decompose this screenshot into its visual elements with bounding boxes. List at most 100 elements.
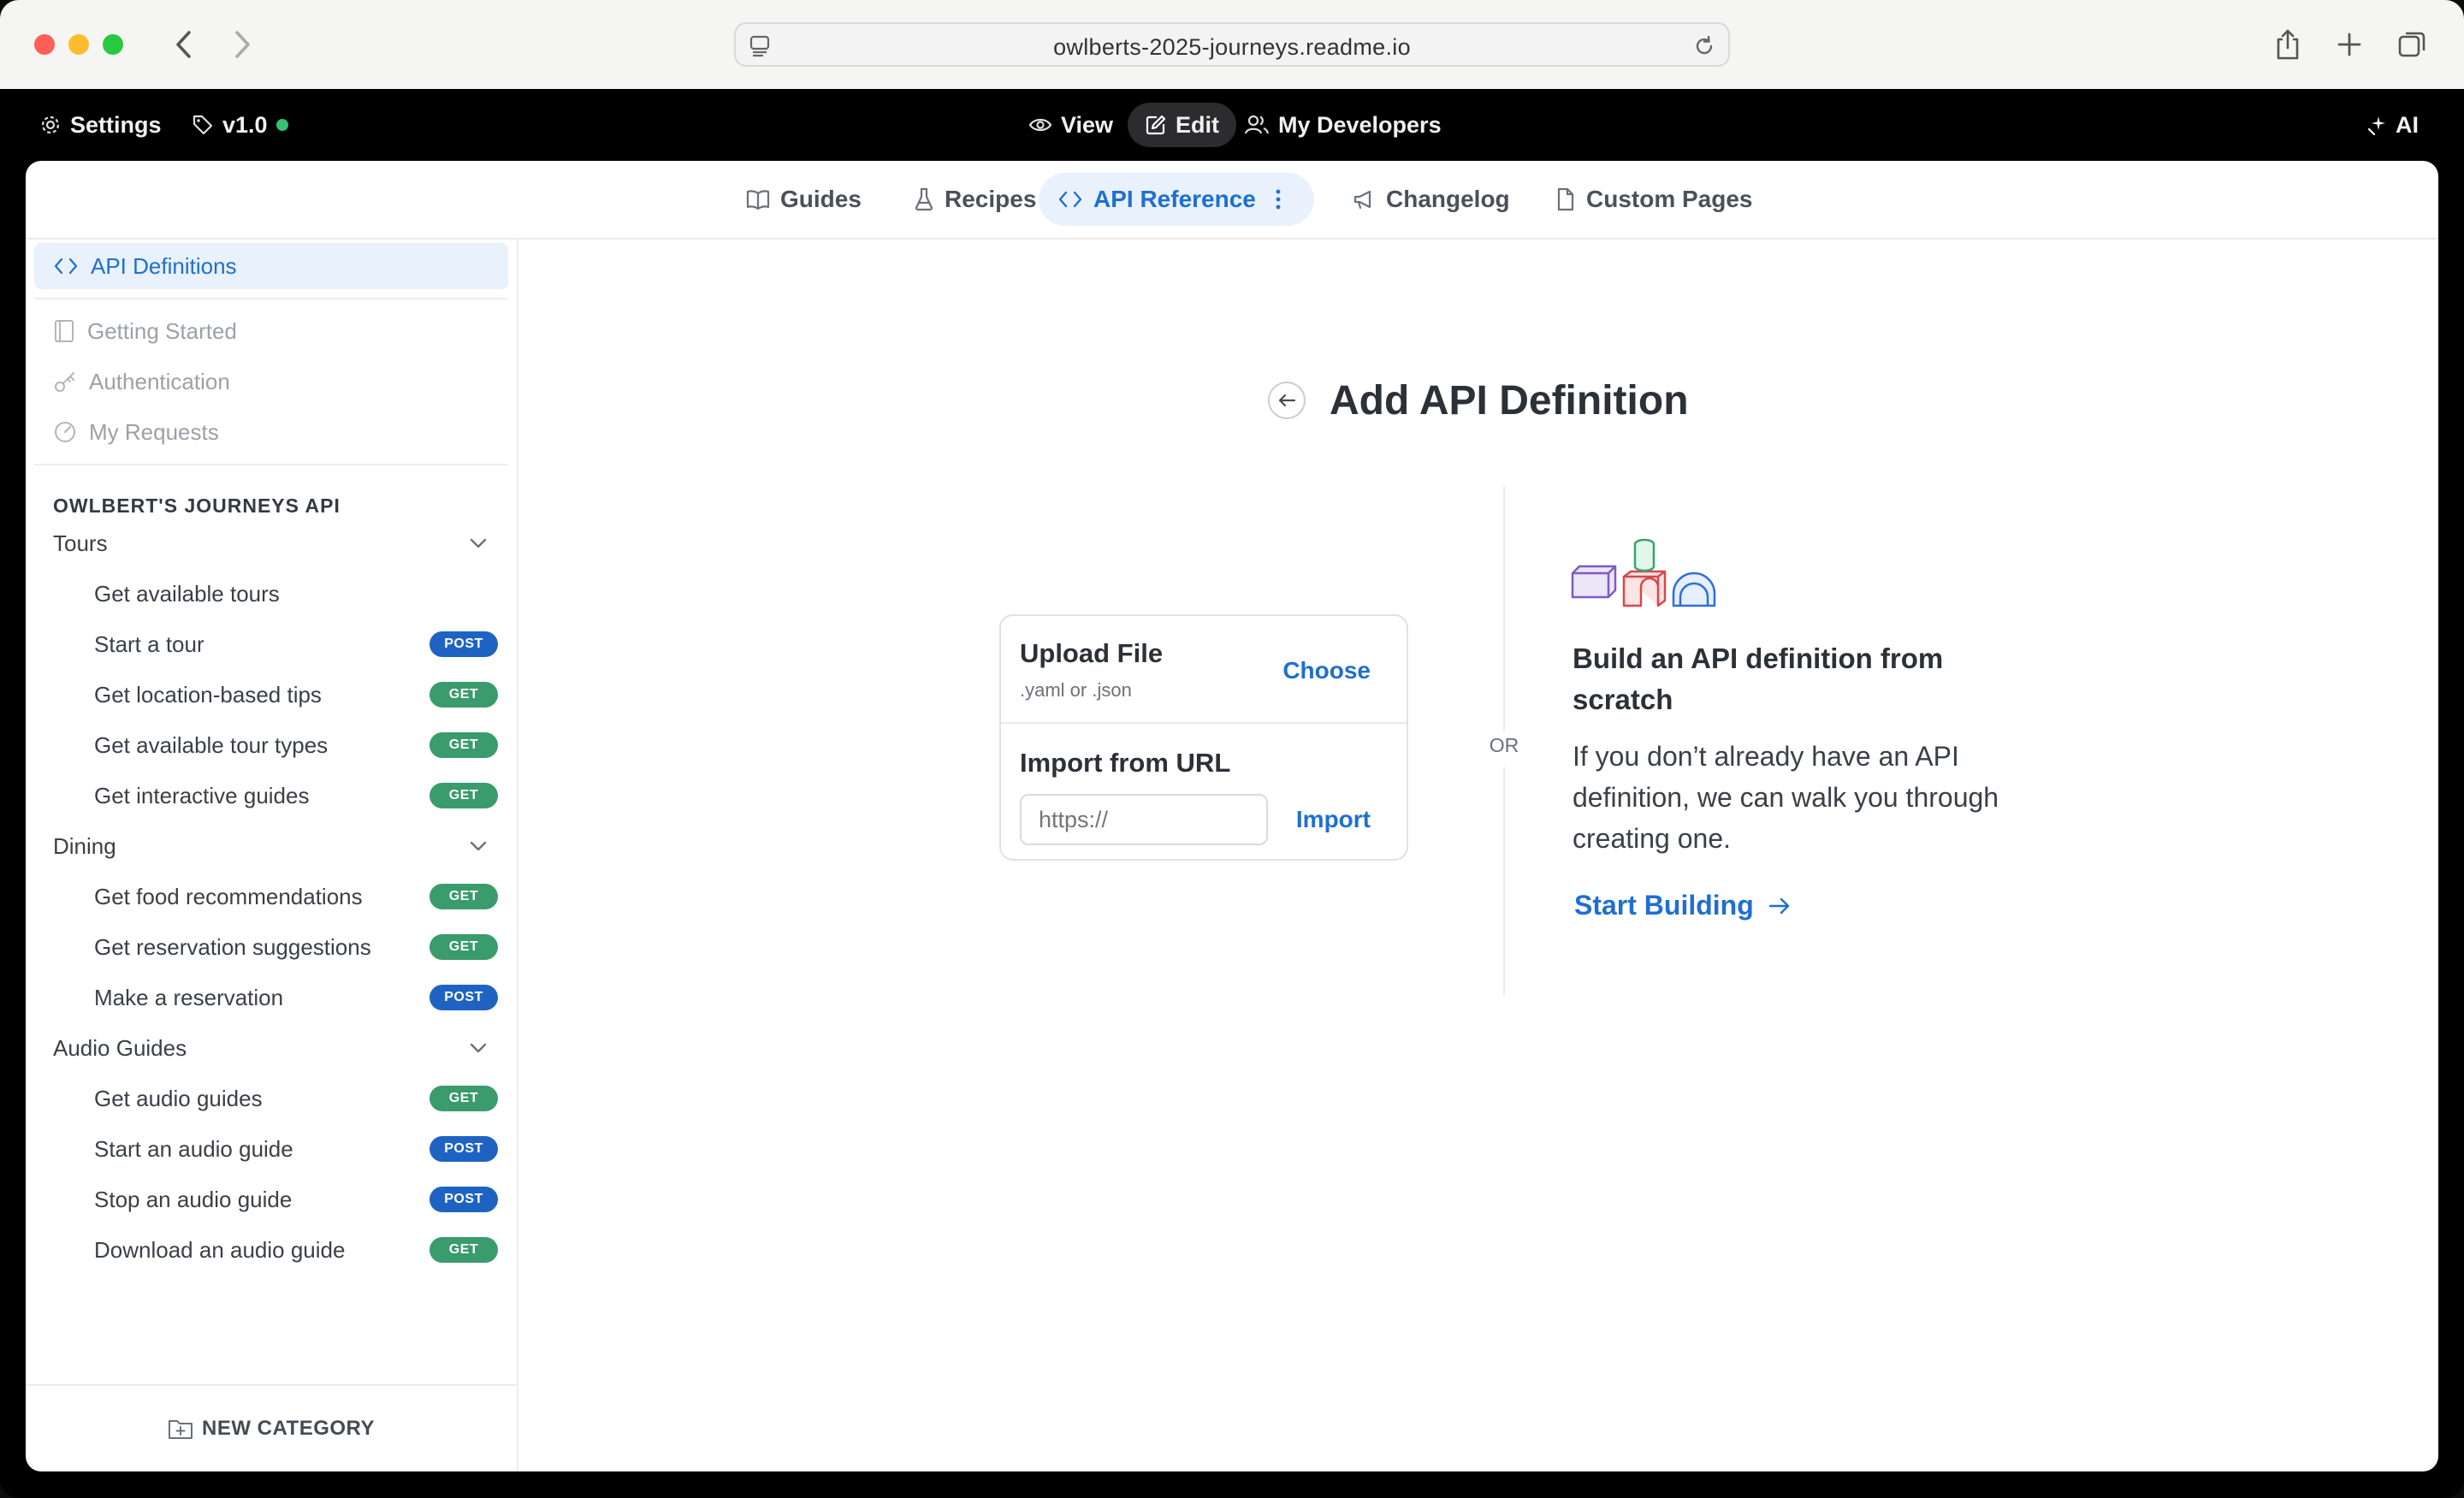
choose-file-button[interactable]: Choose — [1282, 657, 1371, 684]
endpoint-label: Get audio guides — [94, 1085, 263, 1111]
endpoint-label: Get available tour types — [94, 731, 329, 758]
category-label: Audio Guides — [53, 1034, 187, 1061]
my-developers-button[interactable]: My Developers — [1244, 89, 1442, 161]
category-label: Tours — [53, 530, 108, 556]
sidebar-item-get-interactive-guides[interactable]: Get interactive guides GET — [34, 773, 508, 819]
tab-api-reference[interactable]: API Reference — [1039, 173, 1314, 226]
api-section-heading: OWLBERT'S JOURNEYS API — [53, 494, 341, 517]
tab-custom-pages[interactable]: Custom Pages — [1537, 173, 1772, 226]
arrow-left-icon — [1278, 394, 1296, 407]
method-badge: GET — [429, 783, 498, 808]
start-building-label: Start Building — [1574, 890, 1754, 921]
content-area: Add API Definition Upload File .yaml or … — [518, 238, 2438, 1471]
sidebar-item-getting-started[interactable]: Getting Started — [34, 308, 508, 354]
browser-toolbar: owlberts-2025-journeys.readme.io — [0, 0, 2464, 90]
import-card: Upload File .yaml or .json Choose Import… — [999, 614, 1408, 861]
url-text: owlberts-2025-journeys.readme.io — [1053, 34, 1411, 60]
share-button[interactable] — [2269, 26, 2307, 63]
tab-label: API Reference — [1093, 186, 1256, 212]
settings-button[interactable]: Settings — [39, 89, 162, 161]
chevron-down-icon[interactable] — [469, 840, 488, 852]
endpoint-label: Get reservation suggestions — [94, 933, 371, 960]
new-category-button[interactable]: NEW CATEGORY — [26, 1384, 517, 1471]
category-tours[interactable]: Tours — [34, 520, 508, 566]
ai-button[interactable]: AI — [2366, 89, 2419, 161]
category-audio-guides[interactable]: Audio Guides — [34, 1025, 508, 1071]
method-badge: GET — [429, 934, 498, 960]
method-badge: POST — [429, 631, 498, 657]
divider — [34, 298, 508, 299]
gauge-icon — [55, 422, 75, 442]
sidebar-item-label: Getting Started — [87, 317, 237, 344]
endpoint-label: Start an audio guide — [94, 1135, 293, 1162]
close-window-button[interactable] — [34, 34, 55, 55]
sidebar-item-api-definitions[interactable]: API Definitions — [34, 243, 508, 289]
tab-recipes[interactable]: Recipes — [895, 173, 1055, 226]
method-badge: POST — [429, 985, 498, 1010]
view-mode-button[interactable]: View — [1028, 89, 1113, 161]
sidebar-item-get-audio-guides[interactable]: Get audio guides GET — [34, 1075, 508, 1122]
import-url-input[interactable] — [1020, 794, 1268, 845]
divider — [1503, 767, 1505, 996]
sidebar-item-start-an-audio-guide[interactable]: Start an audio guide POST — [34, 1126, 508, 1172]
chevron-down-icon[interactable] — [469, 1042, 488, 1054]
back-button[interactable] — [164, 26, 202, 63]
address-bar[interactable]: owlberts-2025-journeys.readme.io — [734, 22, 1730, 67]
method-badge: GET — [429, 732, 498, 758]
minimize-window-button[interactable] — [68, 34, 89, 55]
sidebar-item-start-a-tour[interactable]: Start a tour POST — [34, 621, 508, 667]
book-icon — [55, 320, 74, 342]
tabs-icon — [2398, 32, 2426, 57]
tab-overview-button[interactable] — [2394, 26, 2431, 63]
divider — [1503, 486, 1505, 732]
method-badge: GET — [429, 1086, 498, 1111]
users-icon — [1244, 115, 1270, 134]
edit-icon — [1146, 115, 1166, 135]
sidebar-item-stop-an-audio-guide[interactable]: Stop an audio guide POST — [34, 1176, 508, 1223]
ai-label: AI — [2396, 111, 2419, 138]
tab-label: Guides — [780, 186, 862, 212]
building-blocks-icon — [1571, 538, 1716, 607]
sidebar-item-get-available-tour-types[interactable]: Get available tour types GET — [34, 722, 508, 768]
share-icon — [2277, 29, 2299, 60]
developers-label: My Developers — [1278, 111, 1442, 138]
divider — [34, 464, 508, 465]
sidebar-item-label: API Definitions — [91, 252, 237, 279]
new-tab-button[interactable] — [2331, 26, 2368, 63]
main-panel: Guides Recipes API Reference Changelog C… — [26, 161, 2438, 1471]
sidebar-item-get-location-based-tips[interactable]: Get location-based tips GET — [34, 672, 508, 718]
method-badge: POST — [429, 1136, 498, 1162]
maximize-window-button[interactable] — [103, 34, 123, 55]
method-badge: POST — [429, 1187, 498, 1212]
endpoint-label: Download an audio guide — [94, 1236, 346, 1263]
arrow-right-icon — [1768, 897, 1789, 914]
start-building-button[interactable]: Start Building — [1574, 890, 1792, 921]
book-icon — [746, 190, 770, 210]
browser-window: owlberts-2025-journeys.readme.io Setting… — [0, 0, 2464, 1498]
sidebar-item-get-food-recommendations[interactable]: Get food recommendations GET — [34, 873, 508, 920]
sidebar-item-my-requests[interactable]: My Requests — [34, 409, 508, 455]
chevron-down-icon[interactable] — [469, 537, 488, 549]
back-button[interactable] — [1268, 382, 1306, 419]
sidebar-item-get-reservation-suggestions[interactable]: Get reservation suggestions GET — [34, 924, 508, 970]
more-vertical-icon[interactable] — [1275, 188, 1282, 210]
forward-button[interactable] — [224, 26, 262, 63]
edit-mode-button[interactable]: Edit — [1128, 103, 1236, 147]
eye-icon — [1028, 118, 1052, 132]
version-label: v1.0 — [222, 111, 268, 138]
sidebar-item-download-an-audio-guide[interactable]: Download an audio guide GET — [34, 1227, 508, 1273]
build-from-scratch-title: Build an API definition from scratch — [1573, 642, 1944, 715]
tab-guides[interactable]: Guides — [727, 173, 880, 226]
sidebar-item-get-available-tours[interactable]: Get available tours — [34, 571, 508, 617]
tab-changelog[interactable]: Changelog — [1333, 173, 1529, 226]
sidebar-item-authentication[interactable]: Authentication — [34, 358, 508, 405]
import-button[interactable]: Import — [1296, 806, 1371, 833]
method-badge: GET — [429, 682, 498, 708]
version-selector[interactable]: v1.0 — [192, 89, 288, 161]
endpoint-label: Get interactive guides — [94, 782, 310, 808]
category-label: Dining — [53, 832, 116, 859]
category-dining[interactable]: Dining — [34, 823, 508, 869]
sidebar-item-make-a-reservation[interactable]: Make a reservation POST — [34, 974, 508, 1021]
endpoint-label: Get available tours — [94, 580, 280, 607]
reload-icon[interactable] — [1692, 34, 1716, 58]
